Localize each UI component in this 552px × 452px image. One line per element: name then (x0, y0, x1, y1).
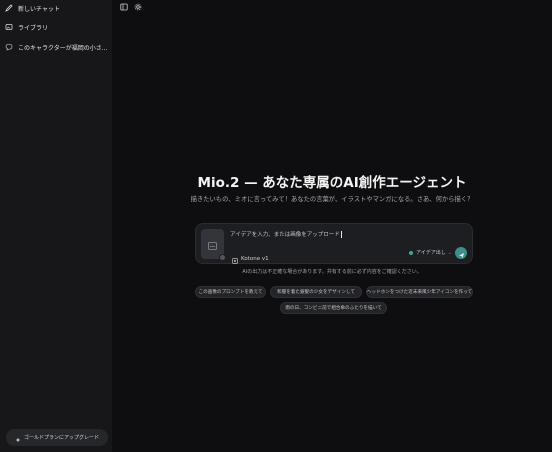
image-upload-button[interactable] (201, 229, 226, 261)
prompt-input[interactable]: アイデアを入力、または画像をアップロード (230, 230, 342, 238)
suggestion-chip[interactable]: 和服を着た銀髪の少女をデザインして (270, 286, 362, 298)
suggestion-chip[interactable]: 雨の日、コンビニ前で相合傘のふたりを描いて (280, 302, 387, 314)
chevron-down-icon: ⌄ (447, 249, 452, 256)
page-subtitle: 描きたいもの、ミオに言ってみて！あなたの言葉が、イラストやマンガになる。さあ、何… (190, 196, 474, 203)
sidebar-item-label: 新しいチャット (18, 5, 60, 13)
prompt-composer: アイデアを入力、または画像をアップロード Kotone v1 アイデア出し ⌄ (195, 223, 473, 264)
sidebar-item-label: このキャラクターが福岡の小さ... (18, 44, 108, 52)
sidebar-item-chat-history[interactable]: このキャラクターが福岡の小さ... (0, 38, 112, 56)
upload-badge-icon (219, 254, 226, 261)
sidebar: 新しいチャット ライブラリ このキャラクターが福岡の小さ... ゴールドプランに… (0, 0, 112, 452)
upgrade-button[interactable]: ゴールドプランにアップグレード (6, 429, 108, 446)
model-icon (232, 249, 238, 268)
model-label: Kotone v1 (241, 255, 269, 262)
sidebar-toggle-icon[interactable] (120, 3, 128, 11)
send-icon (458, 244, 465, 263)
page-title: Mio.2 — あなた専属のAI創作エージェント (197, 175, 467, 191)
mode-selector[interactable]: アイデア出し ⌄ (409, 249, 452, 256)
library-icon (4, 23, 13, 32)
suggestion-chip[interactable]: この画像のプロンプトを教えて (195, 286, 266, 298)
suggestion-chip[interactable]: ヘッドホンをつけた近未来風少年アイコンを作って (366, 286, 473, 298)
image-icon (208, 235, 217, 254)
settings-gear-icon[interactable] (134, 3, 142, 11)
model-selector[interactable]: Kotone v1 (232, 249, 269, 268)
sidebar-item-new-chat[interactable]: 新しいチャット (0, 0, 112, 17)
text-cursor (340, 231, 342, 238)
chat-bubble-icon (4, 43, 13, 52)
disclaimer-text: AIの出力は不正確な場合があります。共有する前に必ず内容をご確認ください。 (242, 269, 422, 275)
mode-label: アイデア出し (416, 250, 446, 256)
upgrade-label: ゴールドプランにアップグレード (23, 435, 99, 441)
sparkle-icon (15, 428, 21, 447)
send-button[interactable] (455, 247, 467, 259)
new-chat-icon (4, 4, 13, 13)
sidebar-item-library[interactable]: ライブラリ (0, 18, 112, 36)
sidebar-item-label: ライブラリ (18, 24, 49, 32)
mode-status-dot (409, 250, 413, 255)
